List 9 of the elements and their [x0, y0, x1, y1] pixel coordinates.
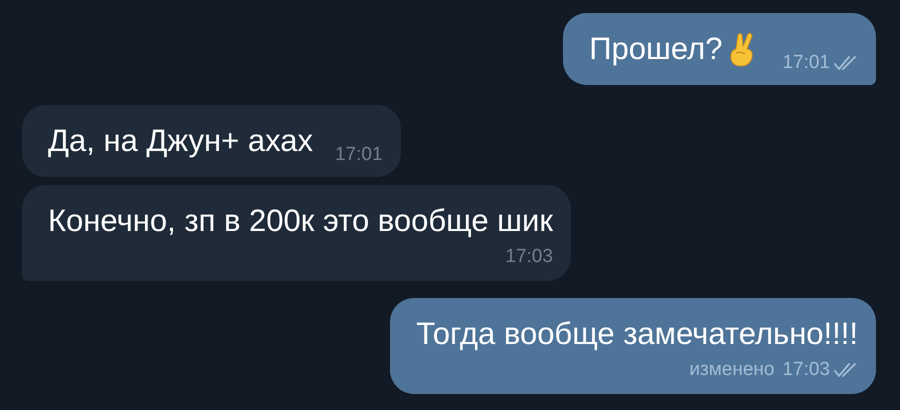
- message-time: 17:03: [782, 358, 830, 382]
- message-time: 17:01: [334, 143, 383, 167]
- message-text: Конечно, зп в 200к это вообще шик: [48, 202, 553, 240]
- message-time: 17:03: [505, 245, 553, 269]
- message-text: Да, на Джун+ ахах: [48, 122, 313, 160]
- message-time: 17:01: [782, 51, 830, 75]
- edited-label: изменено: [689, 358, 774, 382]
- message-text: Тогда вообще замечательно!!!!: [416, 315, 858, 353]
- message-text: Прошел?: [589, 30, 722, 68]
